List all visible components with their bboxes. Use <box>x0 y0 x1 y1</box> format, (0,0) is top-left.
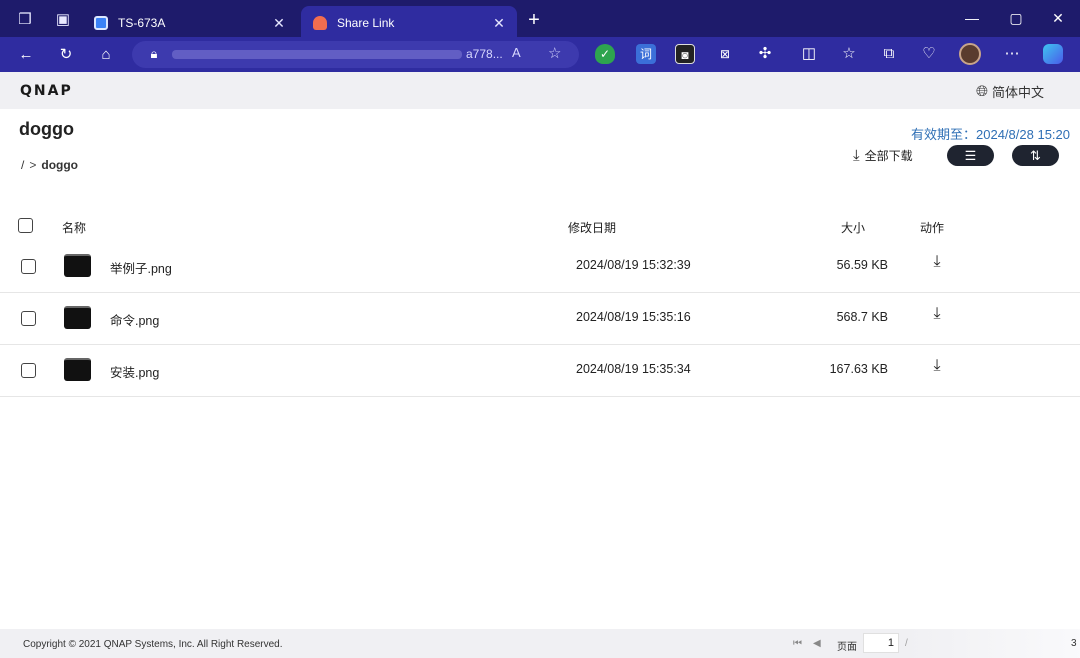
language-selector[interactable]: 🌐︎ 简体中文 <box>976 82 1044 101</box>
blurred-url <box>172 50 462 59</box>
tab-actions-icon[interactable]: ▣ <box>54 11 72 29</box>
qnap-logo: QNAP <box>20 83 73 99</box>
shield-extension-icon[interactable]: ✓ <box>595 44 615 64</box>
footer: Copyright © 2021 QNAP Systems, Inc. All … <box>0 629 1080 658</box>
file-thumbnail <box>64 306 91 329</box>
app-header: QNAP 🌐︎ 简体中文 <box>0 72 1080 109</box>
file-name[interactable]: 命令.png <box>110 310 159 329</box>
download-icon[interactable]: ⤓ <box>928 305 946 325</box>
download-icon[interactable]: ⤓ <box>928 357 946 377</box>
list-view-icon: ☰ <box>964 148 977 163</box>
close-tab-icon[interactable]: ✕ <box>271 15 287 31</box>
page-number-input[interactable]: 1 <box>863 633 899 653</box>
profile-avatar[interactable] <box>959 43 981 65</box>
header-size[interactable]: 大小 <box>841 219 865 236</box>
table-row[interactable]: 安装.png 2024/08/19 15:35:34 167.63 KB ⤓ <box>0 344 1080 397</box>
header-name[interactable]: 名称 <box>62 219 86 236</box>
globe-icon: 🌐︎ <box>975 83 988 100</box>
footer-fade <box>905 629 1080 658</box>
browser-titlebar: ❒ ▣ TS-673A ✕ Share Link ✕ + — ▢ ✕ <box>0 0 1080 40</box>
file-size: 56.59 KB <box>836 258 888 272</box>
extensions-puzzle-icon[interactable]: ✣ <box>755 44 775 64</box>
read-aloud-icon[interactable]: A <box>512 45 521 60</box>
download-all-label: 全部下载 <box>864 149 913 163</box>
file-name[interactable]: 安装.png <box>110 362 159 381</box>
prev-page-icon[interactable]: ◀ <box>813 638 821 649</box>
expiration-text: 有效期至：2024/8/28 15:20 <box>911 127 1070 142</box>
table-row[interactable]: 命令.png 2024/08/19 15:35:16 568.7 KB ⤓ <box>0 292 1080 345</box>
browser-essentials-icon[interactable]: ♡ <box>919 44 939 64</box>
file-size: 167.63 KB <box>829 362 888 376</box>
file-modified: 2024/08/19 15:35:34 <box>576 362 691 376</box>
select-all-checkbox[interactable] <box>18 218 33 233</box>
tab-label: Share Link <box>337 16 395 30</box>
maximize-icon[interactable]: ▢ <box>1004 8 1028 28</box>
more-menu-icon[interactable]: ⋯ <box>1002 44 1022 64</box>
new-tab-icon[interactable]: + <box>524 10 544 30</box>
download-icon[interactable]: ⤓ <box>928 253 946 273</box>
sort-icon: ⇅ <box>1030 148 1041 163</box>
extension-icon[interactable]: ◙ <box>675 44 695 64</box>
breadcrumb-root[interactable]: / <box>21 158 24 172</box>
tab-label: TS-673A <box>118 16 166 30</box>
first-page-icon[interactable]: ⏮ <box>793 638 802 649</box>
breadcrumb-separator: > <box>29 158 37 172</box>
breadcrumb: / > doggo <box>21 158 78 172</box>
page-total: 3 <box>1071 638 1077 649</box>
copyright-text: Copyright © 2021 QNAP Systems, Inc. All … <box>23 639 283 650</box>
qnap-favicon-icon <box>94 16 108 30</box>
collections-icon[interactable]: ⧉ <box>879 44 899 64</box>
breadcrumb-current[interactable]: doggo <box>41 158 78 172</box>
url-text: a778... <box>466 47 503 61</box>
minimize-icon[interactable]: — <box>960 8 984 28</box>
row-checkbox[interactable] <box>21 363 36 378</box>
address-bar[interactable]: 🔒︎ a778... A ☆ <box>132 41 579 68</box>
close-tab-icon[interactable]: ✕ <box>491 15 507 31</box>
lock-icon[interactable]: 🔒︎ <box>146 45 162 63</box>
file-thumbnail <box>64 254 91 277</box>
favorites-icon[interactable]: ☆ <box>839 44 859 64</box>
page-title: doggo <box>19 119 74 139</box>
copilot-icon[interactable] <box>1043 44 1063 64</box>
home-icon[interactable]: ⌂ <box>96 45 116 65</box>
file-modified: 2024/08/19 15:35:16 <box>576 310 691 324</box>
split-screen-icon[interactable]: ◫ <box>799 44 819 64</box>
download-all-button[interactable]: ⤓ 全部下载 <box>853 147 913 164</box>
translate-extension-icon[interactable]: 词 <box>636 44 656 64</box>
favorite-star-icon[interactable]: ☆ <box>548 44 561 62</box>
page-label: 页面 <box>837 642 857 653</box>
download-icon: ⤓ <box>853 147 860 164</box>
tab-ts-673a[interactable]: TS-673A ✕ <box>82 6 297 40</box>
file-thumbnail <box>64 358 91 381</box>
header-modified[interactable]: 修改日期 <box>568 219 616 236</box>
file-size: 568.7 KB <box>836 310 888 324</box>
header-action: 动作 <box>920 221 945 235</box>
share-link-favicon-icon <box>313 16 327 30</box>
language-label: 简体中文 <box>991 85 1044 100</box>
back-icon[interactable]: ← <box>16 45 36 65</box>
table-row[interactable]: 举例子.png 2024/08/19 15:32:39 56.59 KB ⤓ <box>0 240 1080 293</box>
row-checkbox[interactable] <box>21 311 36 326</box>
sort-button[interactable]: ⇅ <box>1012 145 1059 166</box>
table-header: 名称 修改日期 大小 动作 <box>0 210 1080 242</box>
row-checkbox[interactable] <box>21 259 36 274</box>
refresh-icon[interactable]: ↻ <box>56 45 76 65</box>
tab-share-link[interactable]: Share Link ✕ <box>301 6 517 40</box>
list-view-button[interactable]: ☰ <box>947 145 994 166</box>
browser-toolbar: ← ↻ ⌂ 🔒︎ a778... A ☆ ✓ 词 ◙ ⊠ ✣ ◫ ☆ ⧉ ♡ ⋯ <box>0 37 1080 72</box>
close-window-icon[interactable]: ✕ <box>1046 8 1070 28</box>
tracker-extension-icon[interactable]: ⊠ <box>715 44 735 64</box>
file-name[interactable]: 举例子.png <box>110 258 172 277</box>
workspaces-icon[interactable]: ❒ <box>16 11 34 29</box>
file-modified: 2024/08/19 15:32:39 <box>576 258 691 272</box>
